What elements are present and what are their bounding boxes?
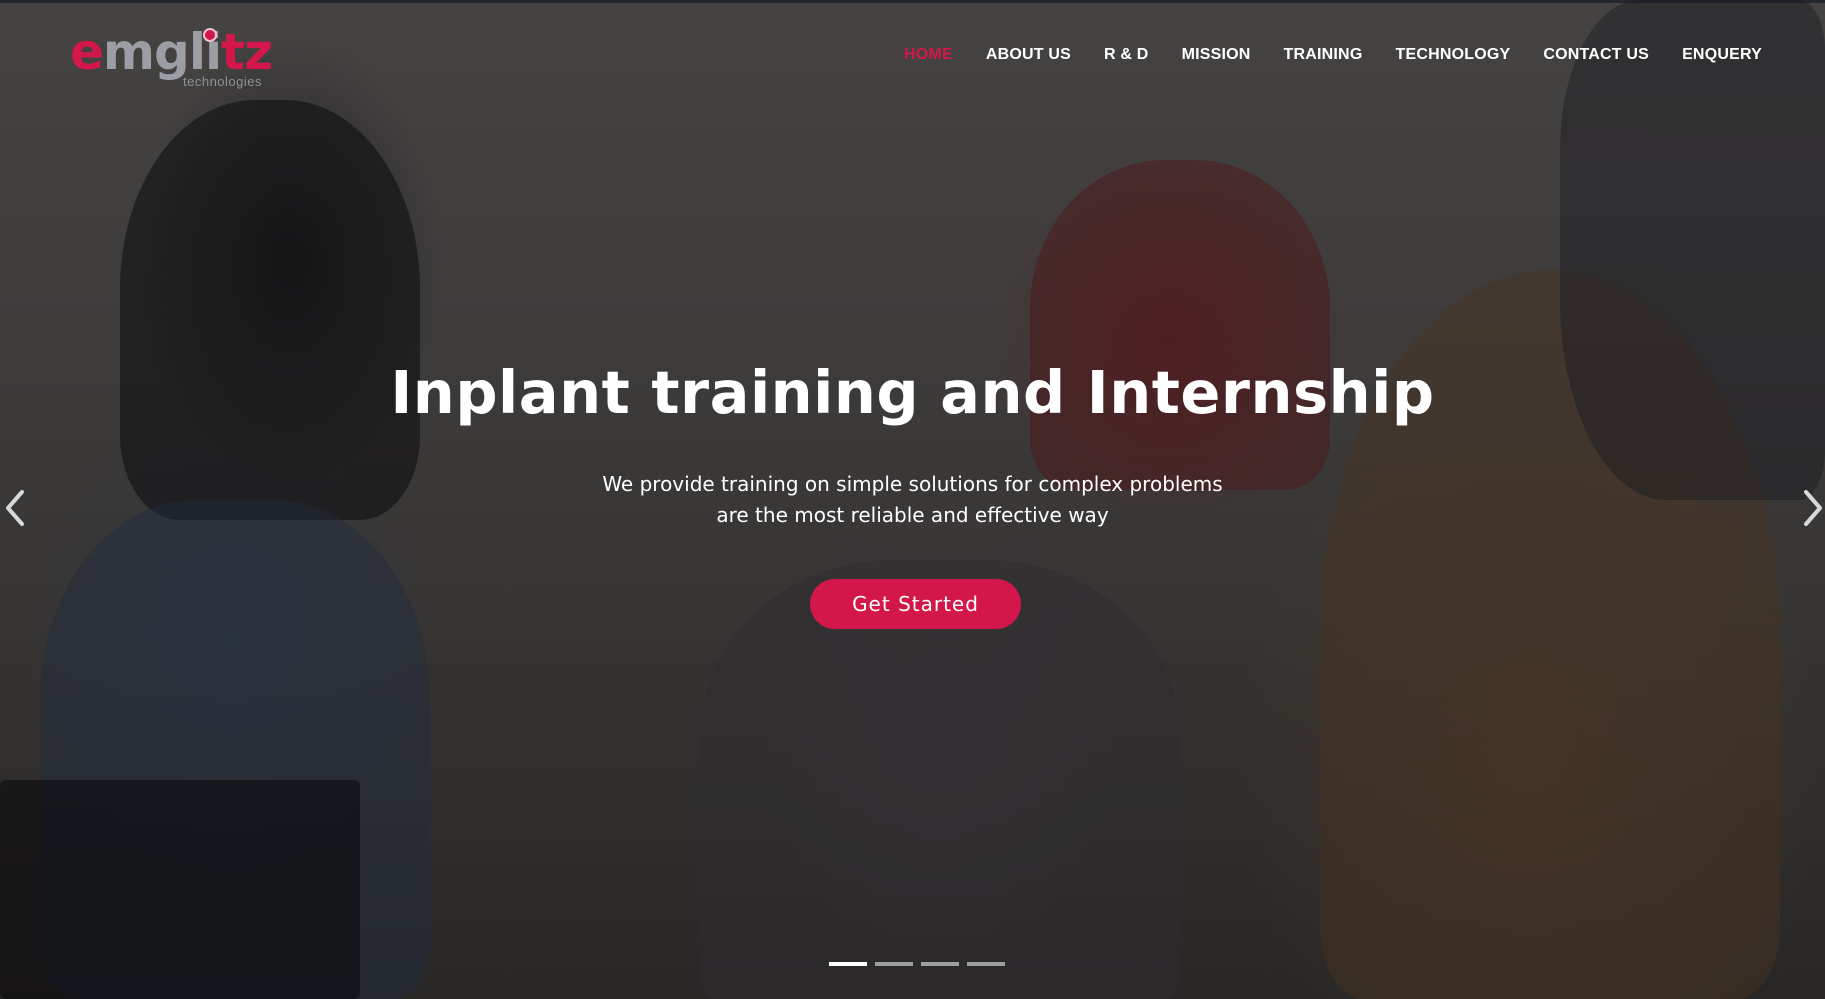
chevron-left-icon <box>6 490 24 526</box>
carousel-prev-button[interactable] <box>4 488 28 528</box>
carousel-next-button[interactable] <box>1800 488 1824 528</box>
main-nav: HOME ABOUT US R & D MISSION TRAINING TEC… <box>871 46 1762 64</box>
carousel-indicator[interactable] <box>967 962 1005 966</box>
hero-slider: emglitz technologies HOME ABOUT US R & D… <box>0 0 1825 999</box>
chevron-right-icon <box>1804 490 1822 526</box>
site-logo[interactable]: emglitz technologies <box>70 22 273 92</box>
nav-item-about-us[interactable]: ABOUT US <box>986 46 1071 64</box>
carousel-indicators <box>829 962 1013 966</box>
hero-subtitle: We provide training on simple solutions … <box>0 469 1825 531</box>
nav-item-technology[interactable]: TECHNOLOGY <box>1395 46 1510 64</box>
carousel-indicator[interactable] <box>875 962 913 966</box>
nav-item-enquery[interactable]: ENQUERY <box>1682 46 1762 64</box>
logo-dot-icon <box>203 28 217 42</box>
nav-item-training[interactable]: TRAINING <box>1284 46 1363 64</box>
hero-title: Inplant training and Internship <box>390 358 1435 427</box>
carousel-indicator[interactable] <box>921 962 959 966</box>
carousel-indicator[interactable] <box>829 962 867 966</box>
get-started-button[interactable]: Get Started <box>810 579 1021 629</box>
nav-item-contact-us[interactable]: CONTACT US <box>1543 46 1649 64</box>
hero-subtitle-line: are the most reliable and effective way <box>716 503 1109 527</box>
hero-subtitle-line: We provide training on simple solutions … <box>602 472 1223 496</box>
logo-subtitle: technologies <box>183 74 262 89</box>
nav-item-mission[interactable]: MISSION <box>1182 46 1251 64</box>
site-header: emglitz technologies HOME ABOUT US R & D… <box>0 0 1825 110</box>
logo-wordmark: emglitz <box>70 23 273 81</box>
nav-item-home[interactable]: HOME <box>904 46 953 64</box>
nav-item-r-and-d[interactable]: R & D <box>1104 46 1149 64</box>
